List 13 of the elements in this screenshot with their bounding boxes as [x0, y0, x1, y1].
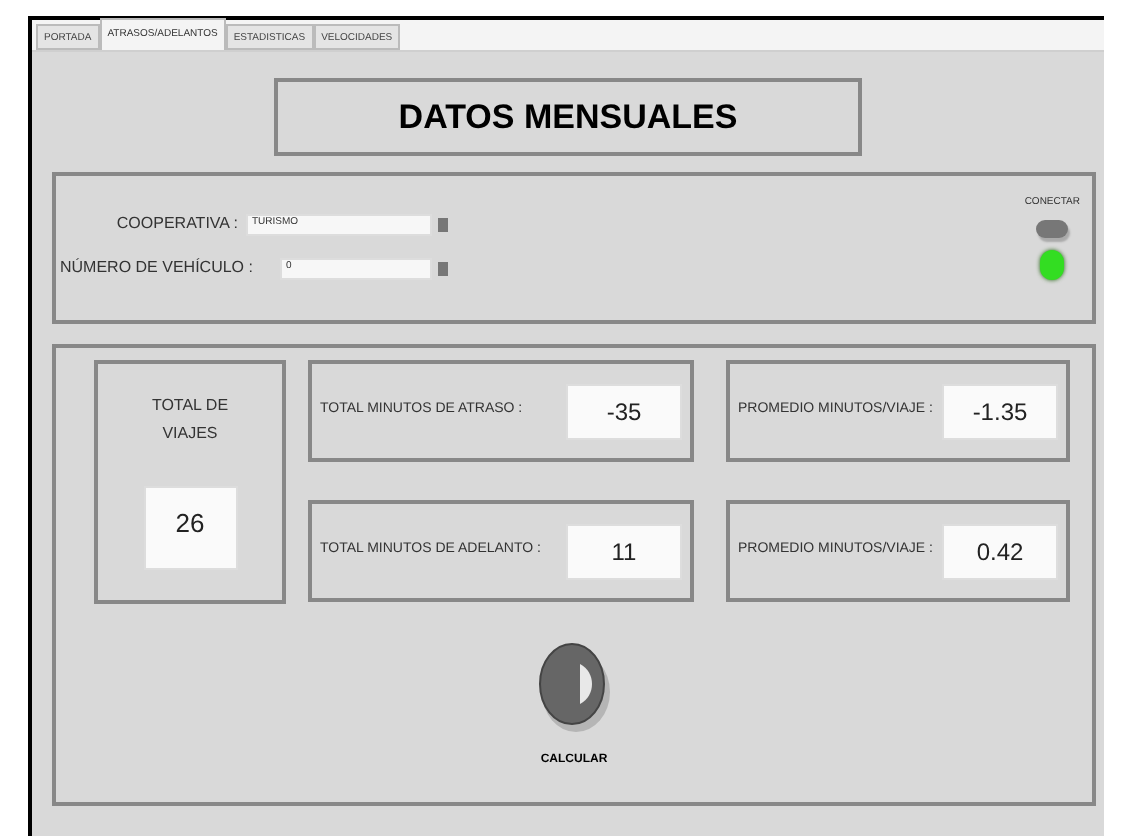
page-title: DATOS MENSUALES — [398, 95, 738, 140]
dropdown-icon[interactable] — [438, 217, 448, 231]
play-button[interactable] — [538, 640, 610, 732]
connect-button[interactable] — [1036, 219, 1069, 237]
output-field: -35 — [566, 383, 682, 439]
field-label: COOPERATIVA : — [114, 212, 240, 236]
output-field: 11 — [566, 523, 682, 579]
trips-label: TOTAL DE VIAJES — [149, 394, 231, 446]
dropdown-icon[interactable] — [438, 261, 448, 275]
output-field: 0.42 — [942, 523, 1058, 579]
output-field: 26 — [143, 486, 237, 570]
output-field: -1.35 — [942, 383, 1058, 439]
field-label: NÚMERO DE VEHÍCULO : — [60, 256, 255, 280]
